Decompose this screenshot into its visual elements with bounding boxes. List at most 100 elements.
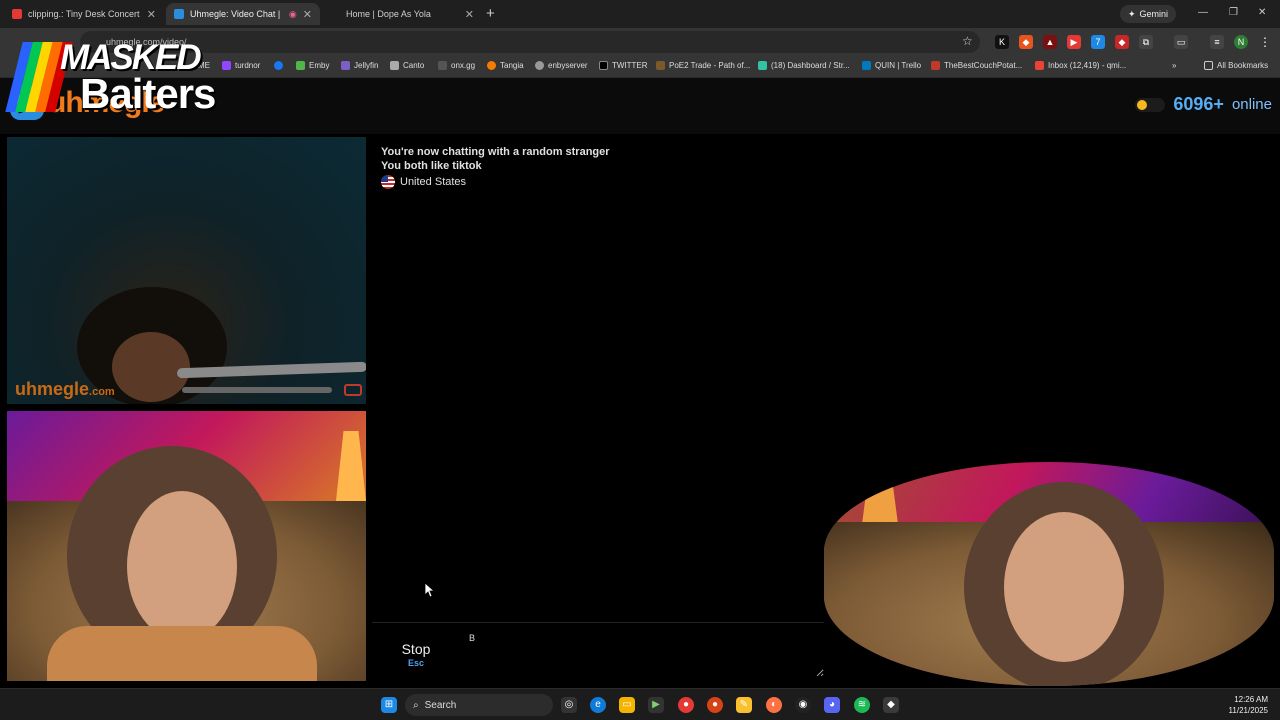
tab-title: clipping.: Tiny Desk Concert - Y <box>28 9 141 19</box>
stop-shortcut-hint: Esc <box>407 658 424 668</box>
streamlabs-icon <box>758 61 767 70</box>
page-icon <box>330 9 340 19</box>
file-explorer-icon[interactable]: ▭ <box>619 697 635 713</box>
bookmark-couchpotato[interactable]: TheBestCouchPotat... <box>931 61 1022 70</box>
bookmark-poe2-trade[interactable]: PoE2 Trade - Path of... <box>656 61 750 70</box>
bookmark-jellyfin[interactable]: Jellyfin <box>341 61 378 70</box>
firefox-icon[interactable]: ◐ <box>766 697 782 713</box>
bookmark-onx[interactable]: onx.gg <box>438 61 475 70</box>
double-chevron-icon: » <box>1172 61 1177 70</box>
uhmegle-icon <box>174 9 184 19</box>
bookmark-star-icon[interactable]: ☆ <box>962 34 973 48</box>
red-extension-icon[interactable]: ◆ <box>1115 35 1129 49</box>
tab-clipping[interactable]: clipping.: Tiny Desk Concert - Y ✕ <box>4 3 164 25</box>
system-message-connected: You're now chatting with a random strang… <box>381 146 610 158</box>
bookmark-emby[interactable]: Emby <box>296 61 329 70</box>
online-count: 6096+ <box>1173 94 1224 114</box>
bookmark-enbyserver[interactable]: enbyserver <box>535 61 588 70</box>
self-face <box>127 491 237 641</box>
bookmark-facebook[interactable] <box>274 61 283 70</box>
sticky-notes-icon[interactable]: ✎ <box>736 697 752 713</box>
stop-button[interactable]: Stop Esc <box>372 623 460 682</box>
taskbar-search[interactable]: ⌕ Search <box>405 694 553 716</box>
theme-toggle[interactable] <box>1135 97 1166 112</box>
stranger-face <box>112 332 190 402</box>
ublock-extension-icon[interactable]: ▲ <box>1043 35 1057 49</box>
tab-dope-as-yola[interactable]: Home | Dope As Yola ✕ <box>322 3 482 25</box>
search-label: Search <box>424 699 457 711</box>
trello-icon <box>862 61 871 70</box>
new-tab-button[interactable]: + <box>486 5 495 22</box>
lamp <box>336 431 366 501</box>
tangia-icon <box>487 61 496 70</box>
cast-icon[interactable]: ▭ <box>1174 35 1188 49</box>
tab-uhmegle[interactable]: Uhmegle: Video Chat | Ran ◉ ✕ <box>166 3 320 25</box>
youtube-extension-icon[interactable]: ▶ <box>1067 35 1081 49</box>
tab-title: Uhmegle: Video Chat | Ran <box>190 9 283 19</box>
media-player-icon[interactable]: ▶ <box>648 697 664 713</box>
system-clock[interactable]: 12:26 AM 11/21/2025 <box>1229 694 1268 716</box>
close-icon[interactable]: ✕ <box>303 8 312 21</box>
basketball-app-icon[interactable]: ● <box>707 697 723 713</box>
self-camera-overlay <box>824 462 1274 686</box>
bookmark-inbox[interactable]: Inbox (12,419) - qmi... <box>1035 61 1126 70</box>
chat-controls: Stop Esc B <box>372 622 824 682</box>
system-message-interests: You both like tiktok <box>381 160 482 172</box>
watermark-line2: Baiters <box>80 70 216 117</box>
gmail-icon <box>1035 61 1044 70</box>
stranger-video-watermark: uhmegle.com <box>15 379 115 399</box>
spotify-icon[interactable]: ≋ <box>854 697 870 713</box>
menu-lines-icon[interactable]: ≡ <box>1210 35 1224 49</box>
seven-tv-extension-icon[interactable]: 7 <box>1091 35 1105 49</box>
bookmark-dashboard[interactable]: (18) Dashboard / Str... <box>758 61 850 70</box>
country-name: United States <box>400 176 467 188</box>
bookmark-overflow[interactable]: » <box>1172 61 1176 70</box>
windows-start-icon[interactable]: ⊞ <box>381 697 397 713</box>
bookmark-twitter[interactable]: TWITTER <box>599 61 648 70</box>
windows-taskbar: ⊞ ⌕ Search ◎ e ▭ ▶ ● ● ✎ ◐ ◉ ◕ ≋ ◆ 12:26… <box>0 688 1280 720</box>
obs-icon[interactable]: ◉ <box>795 697 811 713</box>
edge-icon[interactable]: e <box>590 697 606 713</box>
bookmark-trello[interactable]: QUIN | Trello <box>862 61 921 70</box>
folder-icon <box>390 61 399 70</box>
self-face <box>1004 512 1124 662</box>
clock-date: 11/21/2025 <box>1228 706 1268 715</box>
globe-icon <box>535 61 544 70</box>
jellyfin-icon <box>341 61 350 70</box>
bookmark-canto[interactable]: Canto <box>390 61 424 70</box>
profile-avatar[interactable]: N <box>1234 35 1248 49</box>
puzzle-icon[interactable]: ⧉ <box>1139 35 1153 49</box>
task-view-icon[interactable]: ◎ <box>561 697 577 713</box>
tab-title: Home | Dope As Yola <box>346 9 431 19</box>
report-flag-icon[interactable] <box>344 384 362 396</box>
recording-icon: ◉ <box>288 8 297 19</box>
onx-icon <box>438 61 447 70</box>
mouse-cursor-icon <box>425 583 435 597</box>
stranger-country: United States <box>381 175 466 189</box>
bookmark-tangia[interactable]: Tangia <box>487 61 524 70</box>
kebab-menu-icon[interactable]: ⋮ <box>1258 35 1272 49</box>
close-icon[interactable]: ✕ <box>147 8 156 21</box>
fox-extension-icon[interactable]: ◆ <box>1019 35 1033 49</box>
facebook-icon <box>274 61 283 70</box>
mic-arm <box>182 387 332 393</box>
minimize-icon[interactable]: — <box>1198 7 1208 18</box>
online-label: online <box>1231 96 1272 113</box>
window-close-icon[interactable]: ✕ <box>1258 7 1266 18</box>
discord-icon[interactable]: ◕ <box>824 697 840 713</box>
poe-icon <box>656 61 665 70</box>
gemini-button[interactable]: ✦ Gemini <box>1120 5 1177 23</box>
gemini-label: Gemini <box>1139 9 1169 19</box>
close-icon[interactable]: ✕ <box>465 8 474 21</box>
message-input[interactable]: B <box>464 627 824 677</box>
us-flag-icon <box>381 175 395 189</box>
couchpotato-icon <box>931 61 940 70</box>
sparkle-icon: ✦ <box>1128 8 1136 19</box>
restore-icon[interactable]: ❐ <box>1229 7 1238 18</box>
all-bookmarks[interactable]: All Bookmarks <box>1204 61 1268 70</box>
chrome-icon[interactable]: ● <box>678 697 694 713</box>
clock-time: 12:26 AM <box>1234 695 1268 704</box>
folder-icon <box>1204 61 1213 70</box>
app-icon[interactable]: ◆ <box>883 697 899 713</box>
kagi-extension-icon[interactable]: K <box>995 35 1009 49</box>
